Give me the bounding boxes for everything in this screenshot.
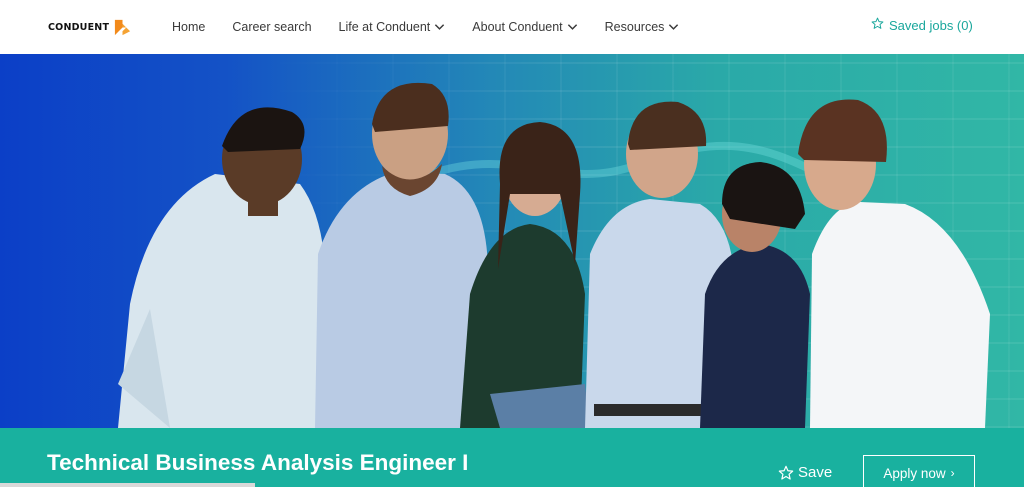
saved-jobs-label: Saved jobs (0) xyxy=(889,18,973,33)
save-label: Save xyxy=(798,464,833,481)
hero-banner xyxy=(0,54,1024,428)
horizontal-scrollbar[interactable] xyxy=(0,483,255,487)
conduent-logo[interactable]: CONDUENT xyxy=(48,18,132,37)
saved-jobs-link[interactable]: Saved jobs (0) xyxy=(871,17,973,33)
nav-item-life-at-conduent[interactable]: Life at Conduent xyxy=(339,20,446,34)
nav-item-label: Career search xyxy=(232,20,312,34)
person-2 xyxy=(315,82,489,428)
team-photo xyxy=(118,82,990,428)
chevron-right-icon: › xyxy=(950,466,955,480)
apply-now-button[interactable]: Apply now › xyxy=(863,455,975,487)
chevron-down-icon xyxy=(435,24,445,30)
logo-text: CONDUENT xyxy=(48,22,110,33)
nav-item-career-search[interactable]: Career search xyxy=(232,20,311,34)
nav-item-label: Resources xyxy=(604,20,665,34)
job-header-bar: Technical Business Analysis Engineer I S… xyxy=(0,428,1024,487)
nav-item-home[interactable]: Home xyxy=(172,20,205,34)
chevron-down-icon xyxy=(669,24,679,30)
nav-item-resources[interactable]: Resources xyxy=(605,20,680,34)
person-5 xyxy=(700,162,810,428)
main-nav: Home Career search Life at Conduent Abou… xyxy=(172,0,706,54)
star-outline-icon xyxy=(871,17,884,29)
person-1 xyxy=(118,107,326,428)
nav-item-about-conduent[interactable]: About Conduent xyxy=(472,20,577,34)
site-header: CONDUENT Home Career search Life at Cond… xyxy=(0,0,1024,54)
nav-item-label: Life at Conduent xyxy=(338,20,431,34)
apply-label: Apply now xyxy=(883,465,946,481)
job-title: Technical Business Analysis Engineer I xyxy=(47,450,469,475)
save-job-button[interactable]: Save xyxy=(778,464,832,481)
person-6 xyxy=(798,99,990,428)
chevron-down-icon xyxy=(567,24,577,30)
logo-mark-icon xyxy=(115,19,131,36)
star-outline-icon xyxy=(778,465,794,480)
nav-item-label: About Conduent xyxy=(472,20,563,34)
nav-item-label: Home xyxy=(172,20,206,34)
